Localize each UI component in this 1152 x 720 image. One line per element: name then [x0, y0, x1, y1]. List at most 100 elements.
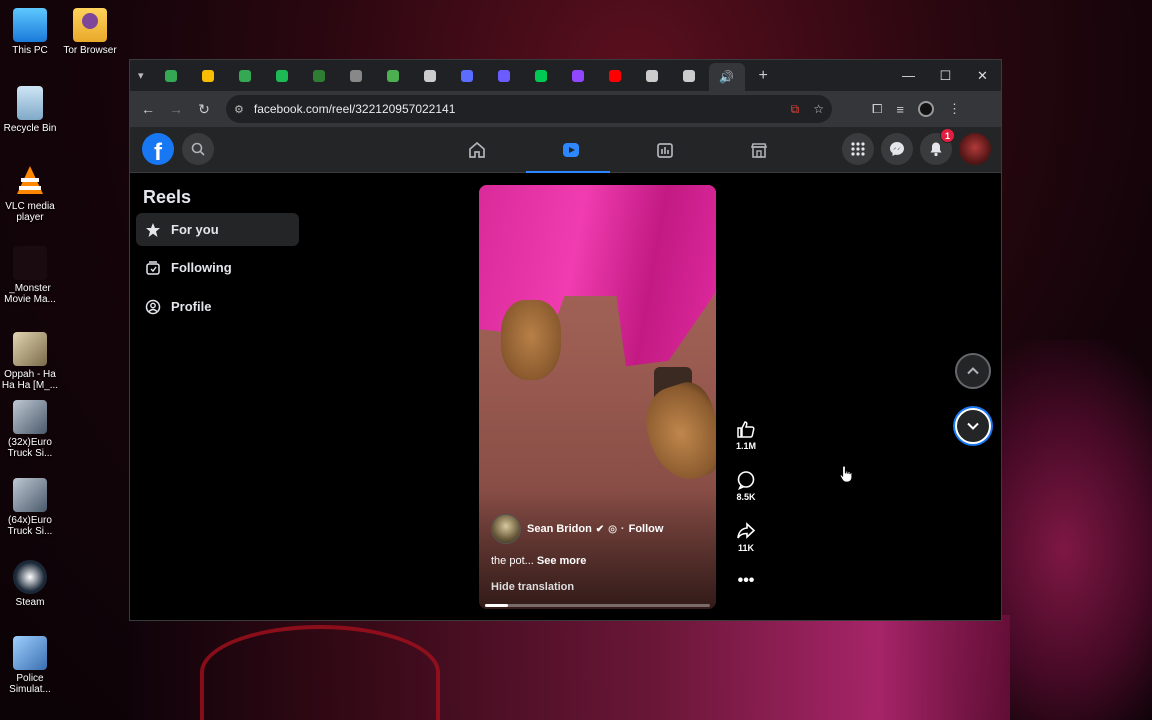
tab-favicon-icon[interactable] [383, 66, 403, 86]
close-window-button[interactable]: ✕ [964, 60, 1001, 91]
tab-favicon-icon[interactable] [531, 66, 551, 86]
facebook-main-nav [430, 127, 900, 174]
desktop-icon-label: VLC media player [5, 201, 55, 223]
minimize-button[interactable]: — [890, 60, 927, 91]
steam-icon [13, 560, 47, 594]
tab-favicon-icon[interactable] [679, 66, 699, 86]
url-field[interactable]: ⚙ facebook.com/reel/322120957022141 ⧉ ☆ [226, 95, 832, 123]
tab-favicon-icon[interactable] [457, 66, 477, 86]
nav-reels-icon[interactable] [524, 127, 618, 174]
search-icon[interactable] [182, 133, 214, 165]
sidebar-item-for-you[interactable]: For you [136, 213, 299, 246]
desktop-icon-tor-browser[interactable]: Tor Browser [60, 8, 120, 56]
tab-favicon-icon[interactable] [309, 66, 329, 86]
browser-menu-icon[interactable]: ⋮ [948, 101, 961, 117]
desktop-icon-ets-64[interactable]: (64x)Euro Truck Si... [0, 478, 60, 537]
share-button[interactable]: 11K [726, 521, 766, 553]
media-control-icon[interactable]: ≡ [896, 102, 904, 117]
tab-favicon-icon[interactable] [605, 66, 625, 86]
facebook-logo-icon[interactable]: f [142, 133, 174, 165]
share-icon [726, 521, 766, 541]
desktop-icon-label: _Monster Movie Ma... [4, 283, 56, 305]
hand-cursor-icon [839, 465, 853, 483]
sidebar-item-label: Profile [171, 299, 212, 314]
previous-reel-button[interactable] [955, 353, 991, 389]
extensions-puzzle-icon[interactable]: ⧠ [872, 101, 882, 117]
tab-favicon-icon[interactable] [642, 66, 662, 86]
reel-author-row: Sean Bridon ✔ ◎ · Follow [491, 514, 706, 544]
profile-avatar-icon[interactable] [918, 101, 934, 117]
desktop-icon-label: Steam [15, 597, 45, 608]
sidebar-item-label: For you [171, 222, 219, 237]
video-progress-bar[interactable] [485, 604, 710, 607]
forward-button[interactable]: → [162, 95, 190, 123]
desktop-icon-recycle-bin[interactable]: Recycle Bin [0, 86, 60, 134]
messenger-icon[interactable] [881, 133, 913, 165]
sidebar-item-following[interactable]: Following [136, 251, 299, 284]
browser-window: ▾ 🔊 + — ☐ ✕ ← → ↻ ⚙ facebook.com/reel/32… [129, 59, 1002, 621]
back-button[interactable]: ← [134, 95, 162, 123]
like-button[interactable]: 1.1M [726, 419, 766, 451]
hide-translation-link[interactable]: Hide translation [491, 581, 706, 593]
tab-favicon-icon[interactable] [568, 66, 588, 86]
next-reel-button[interactable] [955, 408, 991, 444]
maximize-button[interactable]: ☐ [927, 60, 964, 91]
reel-video-player[interactable]: Sean Bridon ✔ ◎ · Follow the pot... See … [479, 185, 716, 609]
address-bar-row: ← → ↻ ⚙ facebook.com/reel/32212095702214… [130, 91, 1001, 127]
nav-marketplace-icon[interactable] [618, 127, 712, 173]
desktop-icon-label: Police Simulat... [9, 673, 51, 695]
tab-active-audio-icon[interactable]: 🔊 [708, 63, 745, 91]
desktop-icon-police-sim[interactable]: Police Simulat... [0, 636, 60, 695]
install-app-icon[interactable]: ⧉ [791, 102, 800, 117]
vlc-icon [13, 164, 47, 198]
notifications-bell-icon[interactable]: 1 [920, 128, 955, 165]
site-info-icon[interactable]: ⚙ [234, 103, 244, 116]
globe-icon: ◎ [608, 523, 617, 535]
window-controls: — ☐ ✕ [890, 60, 1001, 91]
video-frame-shoe [501, 300, 561, 380]
tab-favicon-icon[interactable] [346, 66, 366, 86]
desktop-icon-oppah[interactable]: Oppah - Ha Ha Ha [M_... [0, 332, 60, 391]
tab-favicon-icon[interactable] [494, 66, 514, 86]
app-icon [13, 246, 47, 280]
reload-button[interactable]: ↻ [190, 95, 218, 123]
separator-dot: · [620, 523, 625, 535]
desktop-icon-label: (32x)Euro Truck Si... [7, 437, 53, 459]
sidebar-item-profile[interactable]: Profile [136, 290, 299, 323]
more-options-icon[interactable]: ••• [726, 573, 766, 589]
nav-home-icon[interactable] [430, 127, 524, 173]
menu-grid-icon[interactable] [842, 133, 874, 165]
desktop-icon-label: Recycle Bin [3, 123, 57, 134]
tab-strip: ▾ 🔊 + — ☐ ✕ [130, 60, 1001, 91]
tab-favicon-icon[interactable] [420, 66, 440, 86]
tab-favicon-icon[interactable] [272, 66, 292, 86]
tab-favicon-icon[interactable] [235, 66, 255, 86]
share-count: 11K [737, 543, 754, 553]
facebook-right-actions: 1 [842, 128, 991, 165]
verified-badge-icon: ✔ [595, 523, 605, 535]
see-more-link[interactable]: See more [537, 555, 587, 567]
chevron-down-icon [967, 422, 979, 430]
desktop-icon-steam[interactable]: Steam [0, 560, 60, 608]
wallpaper-spider-emblem [200, 625, 440, 720]
desktop-icon-ets-32[interactable]: (32x)Euro Truck Si... [0, 400, 60, 459]
desktop-icon-this-pc[interactable]: This PC [0, 8, 60, 56]
author-name[interactable]: Sean Bridon [527, 523, 592, 535]
url-text: facebook.com/reel/322120957022141 [253, 102, 456, 116]
bookmark-star-icon[interactable]: ☆ [813, 102, 824, 116]
author-avatar[interactable] [491, 514, 521, 544]
account-avatar[interactable] [959, 133, 991, 165]
desktop-icon-vlc[interactable]: VLC media player [0, 164, 60, 223]
comment-icon [726, 470, 766, 490]
game-shortcut-icon [13, 400, 47, 434]
tab-favicon-icon[interactable] [161, 66, 181, 86]
new-tab-button[interactable]: + [759, 67, 768, 85]
facebook-top-bar: f 1 [130, 127, 1001, 174]
comment-button[interactable]: 8.5K [726, 470, 766, 502]
desktop-icon-monster-movie[interactable]: _Monster Movie Ma... [0, 246, 60, 305]
tab-list [144, 66, 699, 86]
nav-store-icon[interactable] [712, 127, 806, 173]
follow-button[interactable]: Follow [629, 523, 664, 535]
tab-favicon-icon[interactable] [198, 66, 218, 86]
caption-text: the pot... [491, 555, 534, 567]
